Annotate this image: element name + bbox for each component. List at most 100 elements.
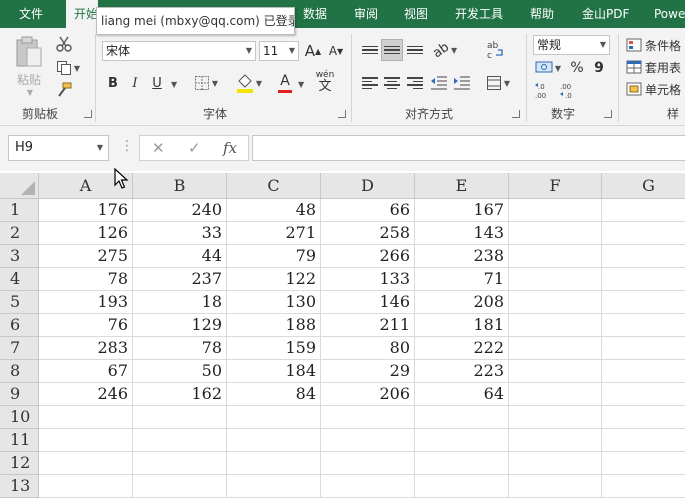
row-header-1[interactable]: 1 [0, 199, 39, 222]
cell-c12[interactable] [227, 452, 321, 475]
cell-g5[interactable] [602, 291, 685, 314]
cell-a12[interactable] [39, 452, 133, 475]
cell-f4[interactable] [509, 268, 602, 291]
tab-developer[interactable]: 开发工具 [455, 0, 503, 28]
increase-font-size-button[interactable]: A ▲ [303, 41, 323, 61]
chevron-down-icon[interactable]: ▼ [298, 80, 304, 89]
bold-button[interactable]: B [103, 72, 123, 94]
cell-f11[interactable] [509, 429, 602, 452]
cell-b5[interactable]: 18 [133, 291, 227, 314]
cell-e4[interactable]: 71 [415, 268, 509, 291]
cell-c11[interactable] [227, 429, 321, 452]
cell-a11[interactable] [39, 429, 133, 452]
cell-a5[interactable]: 193 [39, 291, 133, 314]
font-size-combo[interactable]: 11 ▼ [259, 41, 299, 61]
cell-d12[interactable] [321, 452, 415, 475]
cell-b13[interactable] [133, 475, 227, 498]
cell-c4[interactable]: 122 [227, 268, 321, 291]
cell-g10[interactable] [602, 406, 685, 429]
decrease-decimal-button[interactable]: .00 .0 [558, 81, 580, 101]
tab-view[interactable]: 视图 [404, 0, 428, 28]
cell-styles-button[interactable]: 单元格 [626, 80, 685, 98]
font-color-button[interactable]: A [269, 71, 301, 95]
row-header-2[interactable]: 2 [0, 222, 39, 245]
cell-b10[interactable] [133, 406, 227, 429]
cell-e10[interactable] [415, 406, 509, 429]
wrap-text-button[interactable]: ab c [484, 37, 506, 63]
cell-e12[interactable] [415, 452, 509, 475]
row-header-10[interactable]: 10 [0, 406, 39, 429]
cell-c10[interactable] [227, 406, 321, 429]
column-header-f[interactable]: F [509, 173, 602, 199]
cell-c3[interactable]: 79 [227, 245, 321, 268]
font-name-combo[interactable]: 宋体 ▼ [102, 41, 256, 61]
cell-d10[interactable] [321, 406, 415, 429]
cell-b8[interactable]: 50 [133, 360, 227, 383]
number-format-combo[interactable]: 常规 ▼ [533, 35, 610, 55]
row-header-9[interactable]: 9 [0, 383, 39, 406]
cell-e1[interactable]: 167 [415, 199, 509, 222]
merge-center-button[interactable]: ▼ [482, 72, 514, 94]
tab-file[interactable]: 文件 [19, 0, 43, 28]
comma-style-button[interactable]: 9 [589, 58, 609, 78]
cell-d8[interactable]: 29 [321, 360, 415, 383]
orientation-button[interactable]: ab ▼ [430, 39, 460, 61]
column-header-b[interactable]: B [133, 173, 227, 199]
cell-f5[interactable] [509, 291, 602, 314]
align-right-button[interactable] [404, 72, 426, 94]
format-as-table-button[interactable]: 套用表 [626, 58, 685, 76]
cell-f8[interactable] [509, 360, 602, 383]
name-box[interactable]: H9 ▼ [8, 135, 109, 161]
cell-a2[interactable]: 126 [39, 222, 133, 245]
cell-a8[interactable]: 67 [39, 360, 133, 383]
tab-data[interactable]: 数据 [303, 0, 327, 28]
accounting-format-button[interactable]: ▼ [533, 58, 563, 78]
cell-f7[interactable] [509, 337, 602, 360]
cell-g6[interactable] [602, 314, 685, 337]
align-bottom-button[interactable] [404, 39, 426, 61]
cell-b12[interactable] [133, 452, 227, 475]
borders-button[interactable]: ▼ [190, 72, 222, 94]
cell-a3[interactable]: 275 [39, 245, 133, 268]
clipboard-launcher-icon[interactable] [84, 110, 92, 118]
align-top-button[interactable] [359, 39, 381, 61]
cell-d9[interactable]: 206 [321, 383, 415, 406]
cell-a10[interactable] [39, 406, 133, 429]
cell-d4[interactable]: 133 [321, 268, 415, 291]
cell-g7[interactable] [602, 337, 685, 360]
cell-b2[interactable]: 33 [133, 222, 227, 245]
cell-d6[interactable]: 211 [321, 314, 415, 337]
cell-f1[interactable] [509, 199, 602, 222]
decrease-indent-button[interactable] [428, 72, 450, 94]
cell-d1[interactable]: 66 [321, 199, 415, 222]
cell-a13[interactable] [39, 475, 133, 498]
tab-review[interactable]: 审阅 [354, 0, 378, 28]
cell-b9[interactable]: 162 [133, 383, 227, 406]
cell-g12[interactable] [602, 452, 685, 475]
column-header-d[interactable]: D [321, 173, 415, 199]
cell-a6[interactable]: 76 [39, 314, 133, 337]
cell-e9[interactable]: 64 [415, 383, 509, 406]
row-header-6[interactable]: 6 [0, 314, 39, 337]
conditional-formatting-button[interactable]: 条件格 [626, 36, 685, 54]
cell-a7[interactable]: 283 [39, 337, 133, 360]
cut-button[interactable] [53, 35, 75, 53]
cell-d3[interactable]: 266 [321, 245, 415, 268]
cell-a9[interactable]: 246 [39, 383, 133, 406]
cell-e5[interactable]: 208 [415, 291, 509, 314]
cell-g8[interactable] [602, 360, 685, 383]
cell-d2[interactable]: 258 [321, 222, 415, 245]
cell-c2[interactable]: 271 [227, 222, 321, 245]
cell-d11[interactable] [321, 429, 415, 452]
worksheet-grid[interactable]: A B C D E F G 1 176 240 48 66 167 2 126 33 271 258 143 3 275… [0, 173, 685, 499]
row-header-4[interactable]: 4 [0, 268, 39, 291]
row-header-13[interactable]: 13 [0, 475, 39, 498]
cell-e7[interactable]: 222 [415, 337, 509, 360]
cell-d7[interactable]: 80 [321, 337, 415, 360]
cancel-icon[interactable]: ✕ [152, 139, 165, 157]
cell-g3[interactable] [602, 245, 685, 268]
cell-b11[interactable] [133, 429, 227, 452]
align-center-button[interactable] [381, 72, 403, 94]
underline-button[interactable]: U [147, 72, 167, 94]
row-header-3[interactable]: 3 [0, 245, 39, 268]
